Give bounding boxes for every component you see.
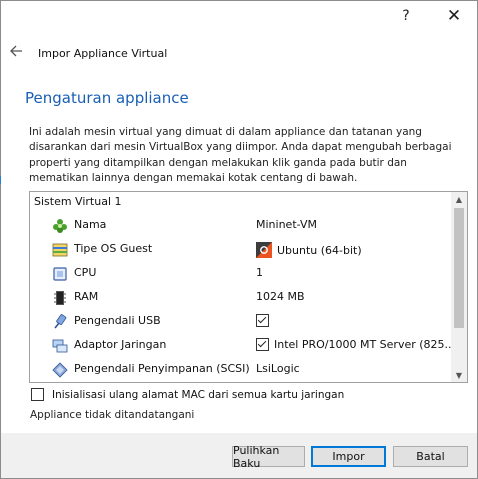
section-title: Pengaturan appliance	[25, 89, 189, 107]
network-checkbox[interactable]	[256, 338, 269, 351]
button-bar: Pulihkan Baku Impor Batal	[1, 433, 477, 478]
name-icon	[53, 219, 67, 233]
signature-status: Appliance tidak ditandatangani	[30, 409, 195, 421]
mac-reinit-checkbox[interactable]	[31, 388, 44, 401]
row-value[interactable]: LsiLogic	[256, 362, 300, 375]
row-label: Nama	[74, 218, 107, 231]
tree-row-os-type[interactable]: Tipe OS Guest Ubuntu (64-bit)	[30, 238, 450, 262]
back-arrow-icon[interactable]	[9, 44, 23, 58]
tree-row-name[interactable]: Nama Mininet-VM	[30, 214, 450, 238]
import-button[interactable]: Impor	[311, 446, 386, 467]
ram-icon	[54, 291, 66, 305]
tree-row-network[interactable]: Adaptor Jaringan Intel PRO/1000 MT Serve…	[30, 334, 455, 358]
row-label: Pengendali Penyimpanan (SCSI)	[74, 362, 250, 375]
storage-icon	[52, 362, 68, 378]
tree-row-usb[interactable]: Pengendali USB	[30, 310, 450, 334]
value-text: Mininet-VM	[256, 218, 317, 231]
mac-reinit-label[interactable]: Inisialisasi ulang alamat MAC dari semua…	[52, 389, 344, 401]
row-value[interactable]: Ubuntu (64-bit)	[256, 242, 362, 258]
appliance-settings-tree[interactable]: Sistem Virtual 1 Nama Mininet-VM Tipe OS…	[29, 191, 468, 383]
scroll-thumb[interactable]	[454, 208, 464, 328]
network-icon	[52, 339, 68, 353]
tree-row-ram[interactable]: RAM 1024 MB	[30, 286, 450, 310]
value-text: Ubuntu (64-bit)	[277, 243, 362, 257]
wizard-page: Pengaturan appliance Ini adalah mesin vi…	[1, 76, 477, 433]
value-text: LsiLogic	[256, 362, 300, 375]
usb-icon	[54, 314, 67, 329]
restore-defaults-button[interactable]: Pulihkan Baku	[232, 444, 305, 470]
tree-group-label[interactable]: Sistem Virtual 1	[30, 192, 454, 212]
title-bar: ? ✕	[1, 1, 477, 31]
scroll-up-icon[interactable]: ▲	[451, 192, 467, 206]
row-value[interactable]	[256, 314, 269, 327]
row-value[interactable]: 1024 MB	[256, 290, 305, 303]
row-label: CPU	[74, 266, 97, 279]
cpu-icon	[53, 267, 67, 281]
value-text: 1024 MB	[256, 290, 305, 303]
row-value[interactable]: Intel PRO/1000 MT Server (825...	[256, 338, 455, 351]
row-label: Adaptor Jaringan	[74, 338, 167, 351]
row-value[interactable]: Mininet-VM	[256, 218, 317, 231]
tree-row-storage[interactable]: Pengendali Penyimpanan (SCSI) LsiLogic	[30, 358, 450, 382]
row-label: Pengendali USB	[74, 314, 161, 327]
cancel-button[interactable]: Batal	[393, 446, 468, 467]
dialog-title: Impor Appliance Virtual	[38, 47, 168, 60]
section-description: Ini adalah mesin virtual yang dimuat di …	[29, 126, 452, 184]
ubuntu-icon	[256, 242, 272, 258]
help-button[interactable]: ?	[391, 1, 421, 31]
value-text: Intel PRO/1000 MT Server (825...	[274, 338, 456, 351]
usb-checkbox[interactable]	[256, 314, 269, 327]
scroll-down-icon[interactable]: ▼	[451, 368, 467, 382]
mac-reinit-option[interactable]: Inisialisasi ulang alamat MAC dari semua…	[31, 388, 344, 401]
value-text: 1	[256, 266, 263, 279]
dialog-header: Impor Appliance Virtual	[1, 38, 477, 70]
close-button[interactable]: ✕	[439, 1, 469, 31]
row-label: RAM	[74, 290, 99, 303]
row-value[interactable]: 1	[256, 266, 263, 279]
os-type-icon	[52, 243, 68, 257]
row-label: Tipe OS Guest	[74, 242, 153, 255]
tree-scrollbar[interactable]: ▲ ▼	[451, 192, 467, 382]
tree-row-cpu[interactable]: CPU 1	[30, 262, 450, 286]
